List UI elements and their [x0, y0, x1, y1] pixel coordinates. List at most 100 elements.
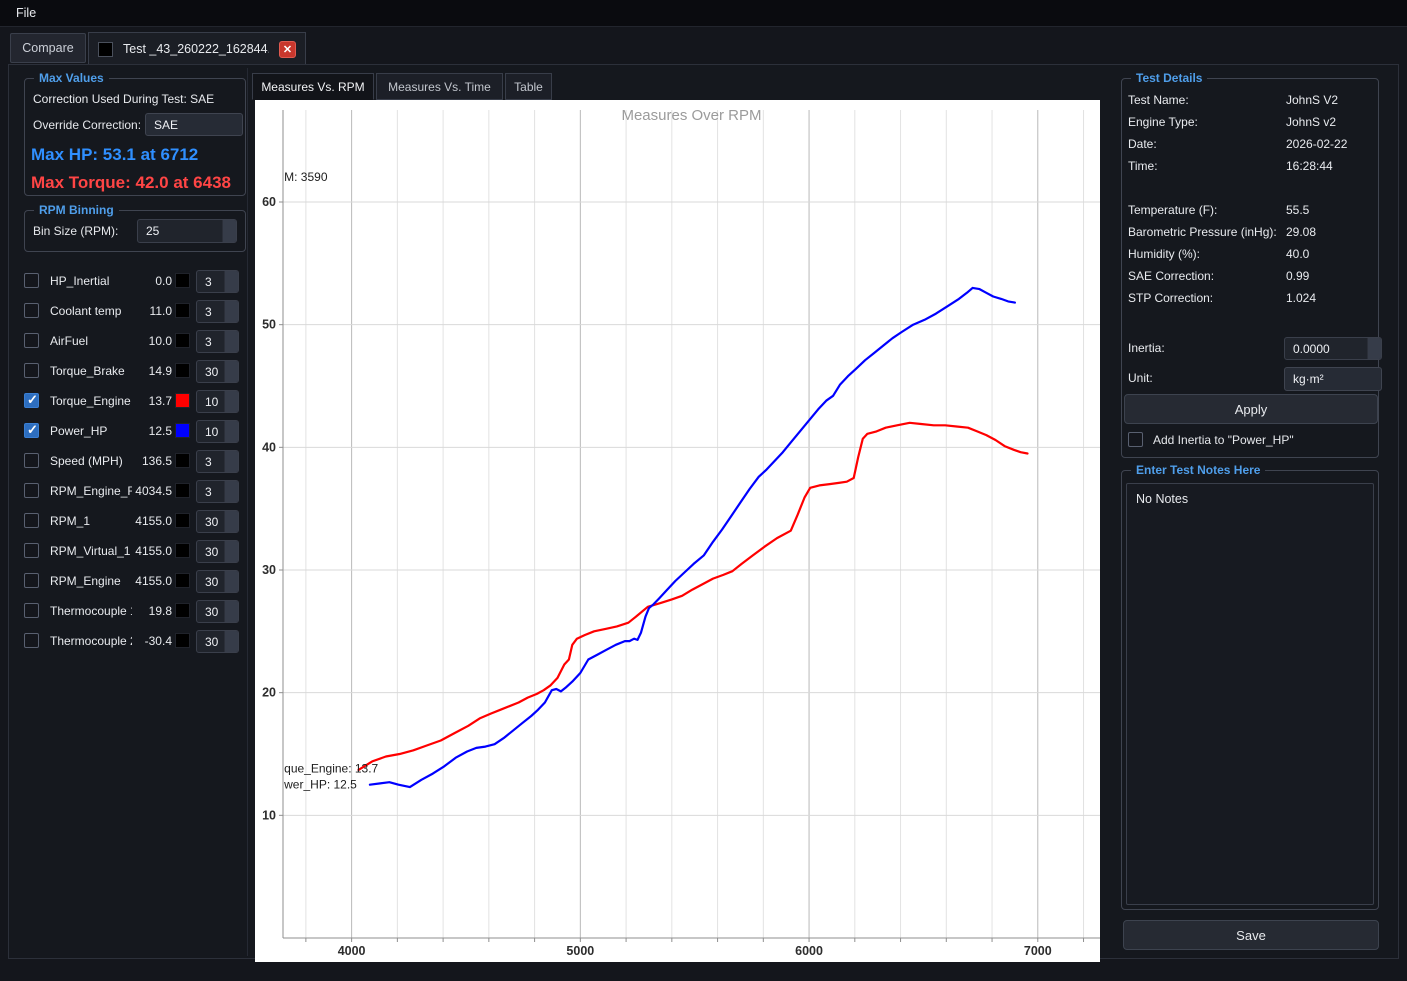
channel-checkbox[interactable]	[24, 603, 39, 618]
channel-checkbox[interactable]	[24, 483, 39, 498]
bin-size-label: Bin Size (RPM):	[33, 224, 118, 238]
channel-smoothing-spinbox[interactable]: 10	[196, 390, 239, 413]
test-details-title: Test Details	[1131, 71, 1207, 86]
save-button[interactable]: Save	[1123, 920, 1379, 950]
inertia-label: Inertia:	[1128, 341, 1165, 355]
inertia-row: Inertia: 0.0000	[1128, 341, 1374, 361]
channel-smoothing-spinbox[interactable]: 30	[196, 510, 239, 533]
file-tab-checkbox[interactable]	[98, 42, 113, 57]
add-inertia-label: Add Inertia to "Power_HP"	[1153, 433, 1294, 447]
channel-smoothing-value: 3	[205, 335, 212, 349]
chart-canvas: 4000500060007000102030405060Measures Ove…	[255, 100, 1100, 962]
chart-tab-measures-vs-rpm[interactable]: Measures Vs. RPM	[252, 73, 374, 100]
detail-value: 55.5	[1286, 203, 1309, 217]
detail-value: 0.99	[1286, 269, 1309, 283]
channel-smoothing-value: 3	[205, 305, 212, 319]
channel-smoothing-spinbox[interactable]: 30	[196, 570, 239, 593]
channel-row-rpm-virtual-1: RPM_Virtual_14155.030	[24, 536, 244, 566]
svg-text:60: 60	[262, 195, 276, 209]
channel-smoothing-spinbox[interactable]: 3	[196, 480, 239, 503]
svg-text:6000: 6000	[795, 944, 823, 958]
inertia-spinbox[interactable]: 0.0000	[1284, 337, 1382, 360]
detail-row: Date:2026-02-22	[1128, 137, 1374, 157]
channel-color-swatch[interactable]	[175, 543, 190, 558]
chart-tab-table[interactable]: Table	[505, 73, 552, 100]
channel-checkbox[interactable]	[24, 573, 39, 588]
torque-engine-series-line	[359, 423, 1028, 770]
channel-value: 4034.5	[128, 484, 172, 498]
channel-row-rpm-1: RPM_14155.0 30	[24, 506, 244, 536]
channel-checkbox[interactable]	[24, 273, 39, 288]
channel-row-rpm-engine: RPM_Engine4155.0 30	[24, 566, 244, 596]
channel-smoothing-spinbox[interactable]: 3	[196, 450, 239, 473]
channel-checkbox[interactable]	[24, 333, 39, 348]
channel-checkbox[interactable]	[24, 543, 39, 558]
max-values-groupbox: Max Values Correction Used During Test: …	[24, 78, 246, 196]
file-tab[interactable]: Test _43_260222_162844.json ✕	[88, 32, 306, 65]
detail-row: Barometric Pressure (inHg):29.08	[1128, 225, 1374, 245]
override-correction-label: Override Correction:	[33, 118, 141, 132]
svg-text:wer_HP: 12.5: wer_HP: 12.5	[283, 777, 357, 791]
channel-color-swatch[interactable]	[175, 423, 190, 438]
channel-color-swatch[interactable]	[175, 363, 190, 378]
channel-smoothing-spinbox[interactable]: 30	[196, 540, 239, 563]
close-tab-icon[interactable]: ✕	[279, 41, 296, 58]
channel-smoothing-spinbox[interactable]: 3	[196, 330, 239, 353]
svg-text:M: 3590: M: 3590	[284, 170, 328, 184]
channel-smoothing-value: 30	[205, 545, 218, 559]
detail-value: 2026-02-22	[1286, 137, 1347, 151]
menu-file[interactable]: File	[0, 6, 52, 20]
override-correction-input[interactable]: SAE	[145, 113, 243, 136]
channel-color-swatch[interactable]	[175, 513, 190, 528]
channel-checkbox[interactable]	[24, 513, 39, 528]
bin-size-spinbox[interactable]: 25	[137, 219, 237, 243]
channel-smoothing-value: 30	[205, 365, 218, 379]
channel-color-swatch[interactable]	[175, 273, 190, 288]
channel-value: 4155.0	[128, 574, 172, 588]
channel-name: RPM_Engine	[50, 574, 132, 588]
y-tick-labels: 102030405060	[262, 195, 276, 822]
detail-row: Time:16:28:44	[1128, 159, 1374, 179]
channel-checkbox[interactable]	[24, 453, 39, 468]
channel-checkbox[interactable]	[24, 393, 39, 408]
svg-text:10: 10	[262, 808, 276, 822]
channel-smoothing-spinbox[interactable]: 10	[196, 420, 239, 443]
channel-color-swatch[interactable]	[175, 453, 190, 468]
channel-checkbox[interactable]	[24, 423, 39, 438]
channel-smoothing-spinbox[interactable]: 30	[196, 600, 239, 623]
channel-value: 4155.0	[128, 514, 172, 528]
channel-color-swatch[interactable]	[175, 483, 190, 498]
channel-smoothing-spinbox[interactable]: 3	[196, 300, 239, 323]
channel-name: RPM_1	[50, 514, 132, 528]
compare-button[interactable]: Compare	[10, 33, 86, 63]
channel-name: Torque_Engine	[50, 394, 132, 408]
file-tab-label: Test _43_260222_162844.json	[123, 42, 269, 56]
channel-checkbox[interactable]	[24, 633, 39, 648]
channel-color-swatch[interactable]	[175, 393, 190, 408]
channel-value: 12.5	[128, 424, 172, 438]
notes-textarea[interactable]: No Notes	[1126, 483, 1374, 905]
channel-color-swatch[interactable]	[175, 303, 190, 318]
channel-color-swatch[interactable]	[175, 633, 190, 648]
chart-tab-measures-vs-time[interactable]: Measures Vs. Time	[376, 73, 503, 100]
channel-name: Torque_Brake	[50, 364, 132, 378]
channel-row-airfuel: AirFuel10.03	[24, 326, 244, 356]
test-details-groupbox: Test Details Test Name:JohnS V2Engine Ty…	[1121, 78, 1379, 458]
channel-smoothing-spinbox[interactable]: 30	[196, 630, 239, 653]
channel-row-torque-brake: Torque_Brake14.930	[24, 356, 244, 386]
rpm-chart[interactable]: 4000500060007000102030405060Measures Ove…	[255, 100, 1100, 962]
channel-checkbox[interactable]	[24, 303, 39, 318]
unit-input[interactable]: kg·m²	[1284, 367, 1382, 391]
add-inertia-checkbox[interactable]	[1128, 432, 1143, 447]
apply-button[interactable]: Apply	[1124, 394, 1378, 424]
channel-smoothing-spinbox[interactable]: 3	[196, 270, 239, 293]
max-values-title: Max Values	[34, 71, 109, 86]
channel-color-swatch[interactable]	[175, 603, 190, 618]
detail-value: 16:28:44	[1286, 159, 1333, 173]
channel-smoothing-spinbox[interactable]: 30	[196, 360, 239, 383]
channel-color-swatch[interactable]	[175, 333, 190, 348]
detail-label: Humidity (%):	[1128, 247, 1200, 261]
detail-value: 40.0	[1286, 247, 1309, 261]
channel-checkbox[interactable]	[24, 363, 39, 378]
channel-color-swatch[interactable]	[175, 573, 190, 588]
